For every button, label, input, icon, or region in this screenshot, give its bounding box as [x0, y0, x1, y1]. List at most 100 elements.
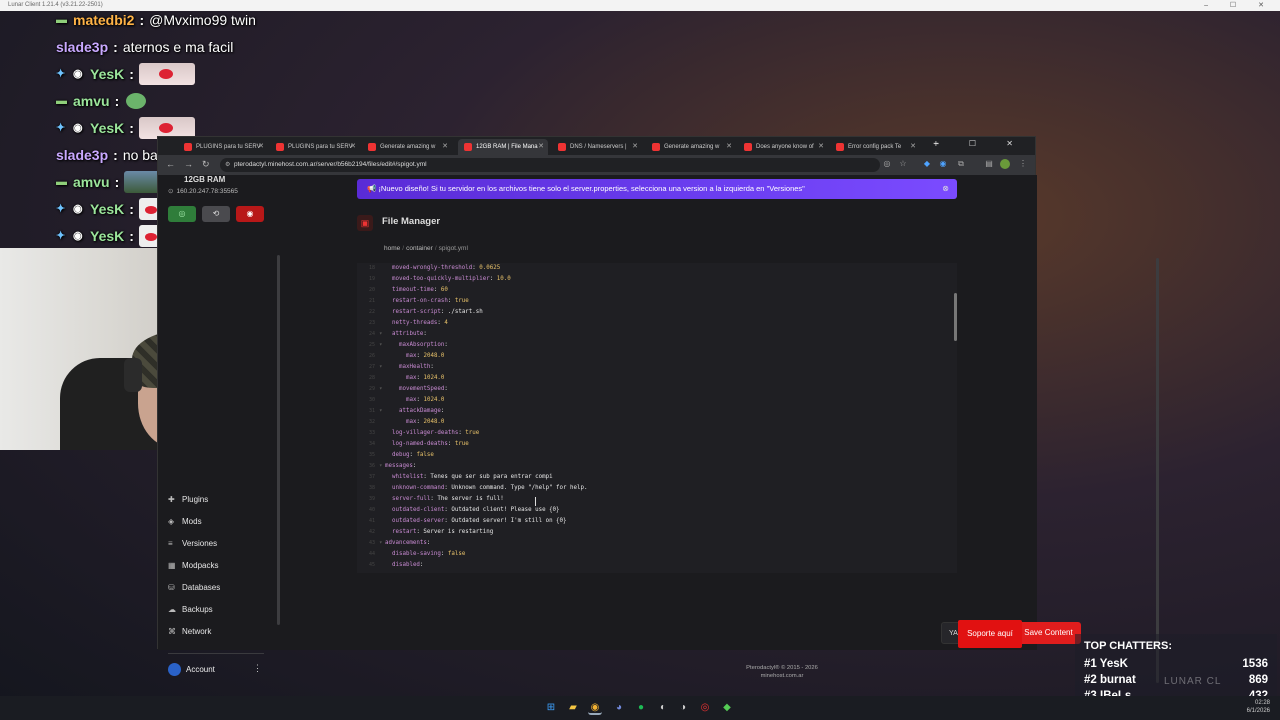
account-options-icon[interactable]: ⋮: [253, 663, 262, 674]
breadcrumb-container[interactable]: container: [406, 245, 433, 252]
lunar-client-icon[interactable]: ◆: [720, 701, 734, 715]
code-line[interactable]: 41 outdated-server: Outdated server! I'm …: [357, 516, 957, 527]
reload-icon[interactable]: ↻: [202, 159, 210, 170]
code-line[interactable]: 19 moved-too-quickly-multiplier: 10.0: [357, 274, 957, 285]
code-line[interactable]: 18 moved-wrongly-threshold: 0.0625: [357, 263, 957, 274]
code-line[interactable]: 33 log-villager-deaths: true: [357, 428, 957, 439]
sidebar-item-network[interactable]: ⌘ Network: [168, 623, 268, 641]
back-icon[interactable]: ←: [166, 159, 175, 169]
sidebar-item-mods[interactable]: ◈ Mods: [168, 513, 268, 531]
fold-toggle-icon[interactable]: ▾: [379, 538, 383, 549]
chat-username[interactable]: slade3p: [56, 39, 108, 55]
tab-close-icon[interactable]: ✕: [726, 139, 732, 155]
fold-toggle-icon[interactable]: ▾: [379, 461, 383, 472]
windows-start-icon[interactable]: ⊞: [544, 701, 558, 715]
browser-tab[interactable]: Generate amazing w ✕: [646, 139, 736, 155]
code-line[interactable]: 28 max: 1024.0: [357, 373, 957, 384]
code-line[interactable]: 34 log-named-deaths: true: [357, 439, 957, 450]
chat-username[interactable]: YesK: [90, 66, 124, 82]
start-server-button[interactable]: ◎: [168, 206, 196, 222]
chat-username[interactable]: slade3p: [56, 147, 108, 163]
code-line[interactable]: 42 restart: Server is restarting: [357, 527, 957, 538]
fold-toggle-icon[interactable]: ▾: [379, 406, 383, 417]
fold-toggle-icon[interactable]: ▾: [379, 329, 383, 340]
browser-menu-icon[interactable]: ⋮: [1018, 159, 1028, 169]
breadcrumb-home[interactable]: home: [384, 245, 400, 252]
code-line[interactable]: 37 whitelist: Tenes que ser sub para entr…: [357, 472, 957, 483]
save-content-button[interactable]: Save Content: [1016, 622, 1081, 644]
code-line[interactable]: 26 max: 2048.0: [357, 351, 957, 362]
sidebar-item-databases[interactable]: ⛁ Databases: [168, 579, 268, 597]
extensions-puzzle-icon[interactable]: ⧉: [956, 159, 966, 169]
extension-icon[interactable]: ◉: [938, 159, 948, 169]
code-line[interactable]: 29 ▾ movementSpeed:: [357, 384, 957, 395]
chat-username[interactable]: amvu: [73, 174, 110, 190]
tab-close-icon[interactable]: ✕: [910, 139, 916, 155]
browser-tab[interactable]: PLUGINS para tu SERV ✕: [178, 139, 268, 155]
chat-username[interactable]: YesK: [90, 228, 124, 244]
profile-avatar[interactable]: [1000, 159, 1010, 169]
site-info-icon[interactable]: ⚙: [225, 158, 230, 172]
eye-off-icon[interactable]: ◎: [882, 159, 892, 169]
code-line[interactable]: 22 restart-script: ./start.sh: [357, 307, 957, 318]
main-scrollbar[interactable]: [1156, 258, 1159, 683]
stop-server-button[interactable]: ◉: [236, 206, 264, 222]
close-banner-icon[interactable]: ⊗: [942, 179, 949, 199]
account-menu[interactable]: Account: [168, 663, 215, 677]
chat-username[interactable]: YesK: [90, 120, 124, 136]
browser-tab[interactable]: 12GB RAM | File Mana ✕: [458, 139, 548, 155]
extension-icon[interactable]: ◆: [922, 159, 932, 169]
code-line[interactable]: 40 outdated-client: Outdated client! Plea…: [357, 505, 957, 516]
browser-tab[interactable]: Does anyone know of ✕: [738, 139, 828, 155]
code-line[interactable]: 36 ▾ messages:: [357, 461, 957, 472]
window-controls[interactable]: – ☐ ✕: [1204, 0, 1274, 11]
sidebar-icon[interactable]: ▤: [984, 159, 994, 169]
browser-tab[interactable]: Generate amazing w ✕: [362, 139, 452, 155]
code-line[interactable]: 21 restart-on-crash: true: [357, 296, 957, 307]
tab-close-icon[interactable]: ✕: [818, 139, 824, 155]
restart-server-button[interactable]: ⟲: [202, 206, 230, 222]
sidebar-scrollbar[interactable]: [277, 255, 280, 625]
tab-close-icon[interactable]: ✕: [632, 139, 638, 155]
discord-icon[interactable]: ◕: [612, 701, 626, 715]
code-line[interactable]: 30 max: 1024.0: [357, 395, 957, 406]
spotify-icon[interactable]: ●: [634, 701, 648, 715]
code-line[interactable]: 23 netty-threads: 4: [357, 318, 957, 329]
tab-close-icon[interactable]: ✕: [538, 139, 544, 155]
browser-tab[interactable]: DNS / Nameservers | ✕: [552, 139, 642, 155]
code-line[interactable]: 31 ▾ attackDamage:: [357, 406, 957, 417]
code-line[interactable]: 43 ▾ advancements:: [357, 538, 957, 549]
file-explorer-icon[interactable]: ▰: [566, 701, 580, 715]
sidebar-item-modpacks[interactable]: ▦ Modpacks: [168, 557, 268, 575]
system-tray[interactable]: 02:28 6/1/2026: [1247, 699, 1270, 715]
chat-username[interactable]: matedbi2: [73, 12, 134, 28]
tab-close-icon[interactable]: ✕: [442, 139, 448, 155]
code-line[interactable]: 24 ▾ attribute:: [357, 329, 957, 340]
tab-close-icon[interactable]: ✕: [350, 139, 356, 155]
bookmark-star-icon[interactable]: ☆: [898, 159, 908, 169]
chrome-icon[interactable]: ◉: [588, 701, 602, 715]
code-line[interactable]: 35 debug: false: [357, 450, 957, 461]
code-line[interactable]: 32 max: 2048.0: [357, 417, 957, 428]
obs-icon[interactable]: ◐: [656, 701, 670, 715]
code-line[interactable]: 25 ▾ maxAbsorption:: [357, 340, 957, 351]
code-line[interactable]: 20 timeout-time: 60: [357, 285, 957, 296]
code-editor[interactable]: 18 moved-wrongly-threshold: 0.0625 19 moved…: [357, 263, 957, 573]
chat-username[interactable]: amvu: [73, 93, 110, 109]
browser-window-controls[interactable]: – ☐ ✕: [934, 139, 1027, 148]
fold-toggle-icon[interactable]: ▾: [379, 340, 383, 351]
support-button[interactable]: Soporte aquí: [958, 620, 1022, 648]
tab-close-icon[interactable]: ✕: [258, 139, 264, 155]
sidebar-item-plugins[interactable]: ✚ Plugins: [168, 491, 268, 509]
sidebar-item-versiones[interactable]: ≡ Versiones: [168, 535, 268, 553]
code-line[interactable]: 45 disabled:: [357, 560, 957, 571]
url-input[interactable]: ⚙ pterodactyl.minehost.com.ar/server/b56…: [220, 158, 880, 172]
code-line[interactable]: 44 disable-saving: false: [357, 549, 957, 560]
steam-icon[interactable]: ◑: [676, 701, 690, 715]
fold-toggle-icon[interactable]: ▾: [379, 384, 383, 395]
sidebar-item-backups[interactable]: ☁ Backups: [168, 601, 268, 619]
fold-toggle-icon[interactable]: ▾: [379, 362, 383, 373]
app-icon[interactable]: ◎: [698, 701, 712, 715]
browser-tab[interactable]: Error config pack Te ✕: [830, 139, 920, 155]
code-line[interactable]: 39 server-full: The server is full!: [357, 494, 957, 505]
